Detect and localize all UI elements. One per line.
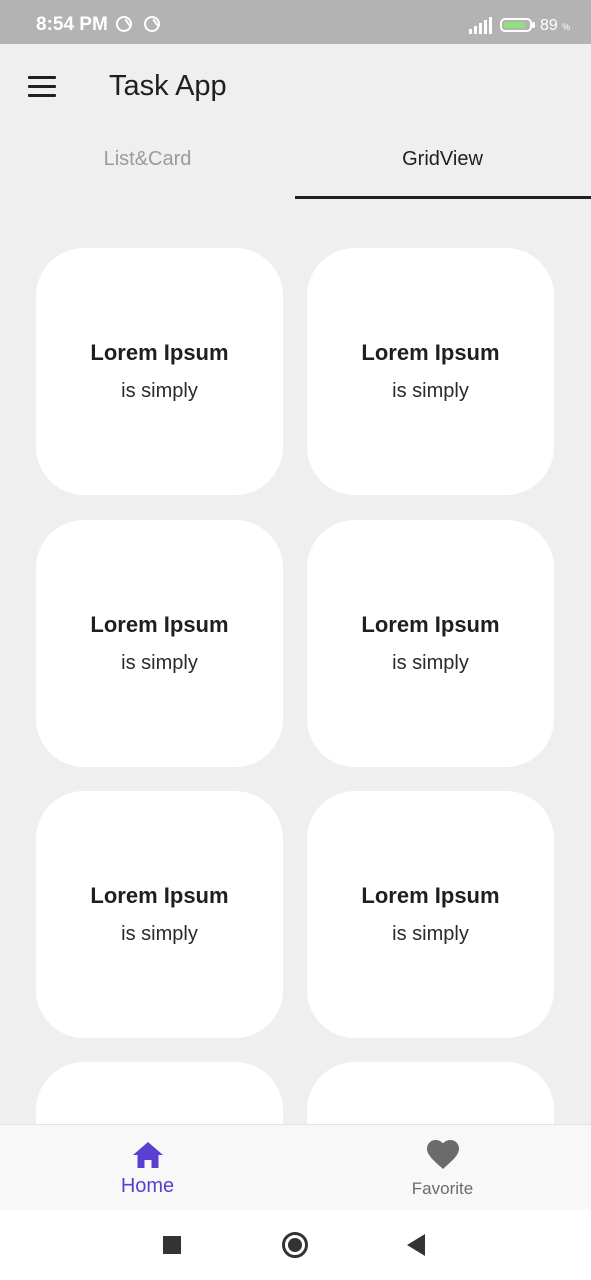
sync-icon — [116, 16, 132, 32]
home-icon — [133, 1142, 163, 1168]
grid-view[interactable]: Lorem Ipsum is simply Lorem Ipsum is sim… — [0, 200, 591, 1124]
card-title: Lorem Ipsum — [90, 340, 229, 365]
grid-card[interactable] — [36, 1062, 283, 1124]
grid-card[interactable]: Lorem Ipsum is simply — [307, 520, 554, 767]
card-title: Lorem Ipsum — [361, 883, 500, 908]
card-title: Lorem Ipsum — [90, 612, 229, 637]
battery-charging-icon — [500, 18, 532, 32]
battery-cap — [532, 22, 535, 28]
recent-apps-icon[interactable] — [163, 1236, 181, 1254]
card-subtitle: is simply — [392, 652, 469, 674]
grid-card[interactable] — [307, 1062, 554, 1124]
heart-icon — [427, 1140, 459, 1169]
back-icon[interactable] — [407, 1234, 425, 1256]
card-subtitle: is simply — [392, 380, 469, 402]
tab-label: List&Card — [103, 147, 192, 170]
card-title: Lorem Ipsum — [90, 883, 229, 908]
grid-card[interactable]: Lorem Ipsum is simply — [307, 791, 554, 1038]
tab-list-card[interactable]: List&Card — [0, 118, 295, 200]
nav-label: Home — [120, 1175, 175, 1197]
battery-percent-value: 89 — [540, 17, 558, 34]
status-bar: 8:54 PM 89 % — [0, 0, 591, 44]
card-subtitle: is simply — [121, 380, 198, 402]
grid-card[interactable]: Lorem Ipsum is simply — [36, 520, 283, 767]
home-circle-icon[interactable] — [282, 1232, 308, 1258]
page-title: Task App — [109, 70, 227, 102]
battery-percent-unit: % — [562, 22, 571, 32]
status-time: 8:54 PM — [36, 14, 108, 35]
grid-card[interactable]: Lorem Ipsum is simply — [307, 248, 554, 495]
card-title: Lorem Ipsum — [361, 340, 500, 365]
card-title: Lorem Ipsum — [361, 612, 500, 637]
bottom-navigation: Home Favorite — [0, 1124, 591, 1211]
tab-gridview[interactable]: GridView — [295, 118, 590, 200]
system-navigation-bar — [0, 1210, 591, 1280]
card-subtitle: is simply — [121, 652, 198, 674]
grid-card[interactable]: Lorem Ipsum is simply — [36, 248, 283, 495]
signal-icon — [469, 17, 492, 34]
nav-item-favorite[interactable]: Favorite — [295, 1125, 590, 1211]
sync-icon — [144, 16, 160, 32]
tab-indicator — [295, 196, 591, 199]
nav-label: Favorite — [411, 1179, 474, 1198]
battery-level — [504, 22, 525, 28]
tab-label: GridView — [402, 147, 483, 170]
battery-percent: 89 % — [540, 17, 570, 35]
card-subtitle: is simply — [392, 923, 469, 945]
card-subtitle: is simply — [121, 923, 198, 945]
hamburger-menu-icon[interactable] — [28, 76, 56, 98]
nav-item-home[interactable]: Home — [0, 1125, 295, 1211]
grid-card[interactable]: Lorem Ipsum is simply — [36, 791, 283, 1038]
